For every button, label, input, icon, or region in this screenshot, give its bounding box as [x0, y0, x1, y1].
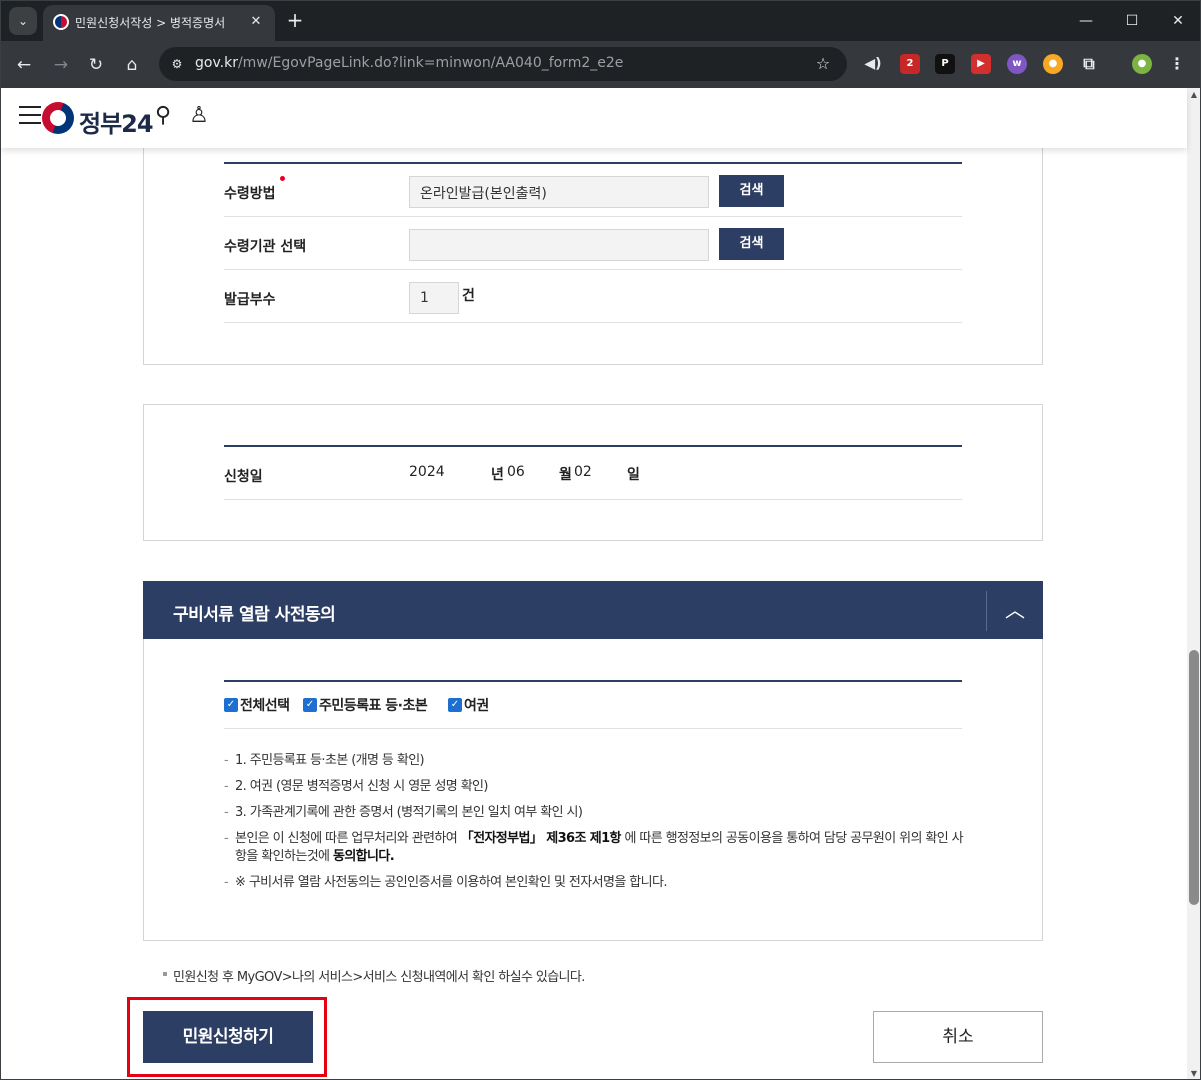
select-all-checkbox[interactable]: ✓ 전체선택 [224, 695, 290, 714]
highlight-annotation [127, 997, 327, 1077]
menu-icon[interactable] [19, 106, 41, 126]
day-unit: 일 [627, 467, 640, 483]
tab-title: 민원신청서작성 > 병적증명서 [75, 16, 226, 30]
extensions-puzzle-icon[interactable]: ⧉ [1079, 54, 1099, 74]
reload-icon[interactable]: ↻ [82, 51, 110, 79]
copies-label: 발급부수 [224, 292, 276, 308]
receipt-method-row: 수령방법 온라인발급(본인출력) 검색 [224, 164, 962, 217]
gov24-logo-icon[interactable] [42, 102, 74, 134]
bookmark-star-icon[interactable]: ☆ [811, 52, 835, 76]
scroll-down-icon[interactable]: ▼ [1187, 1069, 1200, 1078]
checkbox-checked-icon[interactable]: ✓ [224, 698, 238, 712]
receipt-panel: 수령방법 온라인발급(본인출력) 검색 수령기관 선택 검색 발급부수 1 건 [143, 146, 1043, 365]
mygov-footnote: 민원신청 후 MyGOV>나의 서비스>서비스 신청내역에서 확인 하실수 있습… [173, 970, 585, 985]
extension-p-icon[interactable]: P [935, 54, 955, 74]
month-unit: 월 [559, 467, 572, 483]
profile-avatar-icon[interactable]: ● [1132, 54, 1152, 74]
copies-input[interactable]: 1 [409, 282, 459, 314]
extension-badge-icon[interactable]: 2 [900, 54, 920, 74]
receipt-agency-search-button[interactable]: 검색 [719, 228, 784, 260]
resident-register-checkbox[interactable]: ✓ 주민등록표 등·초본 [303, 695, 428, 714]
receipt-agency-row: 수령기관 선택 검색 [224, 217, 962, 270]
consent-title: 구비서류 열람 사전동의 [173, 605, 336, 625]
tab-close-icon[interactable]: ✕ [245, 11, 267, 33]
consent-panel: ✓전체선택 ✓주민등록표 등·초본 ✓여권 1. 주민등록표 등·초본 (개명 … [143, 639, 1043, 941]
browser-window: ⌄ 민원신청서작성 > 병적증명서 ✕ + — ☐ ✕ ← → ↻ ⌂ ⚙ go… [0, 0, 1201, 1080]
consent-note-item: 3. 가족관계기록에 관한 증명서 (병적기록의 본인 일치 여부 확인 시) [224, 804, 964, 822]
site-header: 정부24 ⚲ ♙ [1, 88, 1187, 148]
address-bar[interactable]: ⚙ gov.kr/mw/EgovPageLink.do?link=minwon/… [159, 47, 847, 81]
application-date-label: 신청일 [224, 469, 263, 485]
active-tab[interactable]: 민원신청서작성 > 병적증명서 ✕ [43, 5, 275, 41]
browser-menu-icon[interactable]: ⋮ [1167, 54, 1187, 74]
day-value: 02 [574, 464, 592, 480]
application-date-panel: 신청일 2024 년 06 월 02 일 [143, 404, 1043, 541]
chevron-up-icon[interactable]: ︿ [987, 581, 1043, 640]
consent-checkbox-row: ✓ 전체선택 ✓ 주민등록표 등·초본 ✓ 여권 [224, 681, 962, 729]
consent-note-item: 2. 여권 (영문 병적증명서 신청 시 영문 성명 확인) [224, 778, 964, 796]
receipt-method-label: 수령방법 [224, 186, 276, 202]
gov-favicon-icon [53, 14, 69, 30]
forward-icon[interactable]: → [47, 51, 75, 79]
consent-note-item: 1. 주민등록표 등·초본 (개명 등 확인) [224, 752, 964, 770]
close-window-icon[interactable]: ✕ [1163, 7, 1193, 35]
scroll-up-icon[interactable]: ▲ [1187, 90, 1200, 99]
footnote-bullet [163, 972, 167, 976]
extension-color-icon[interactable]: ● [1043, 54, 1063, 74]
consent-accordion-header[interactable]: 구비서류 열람 사전동의 ︿ [143, 581, 1043, 640]
home-icon[interactable]: ⌂ [118, 51, 146, 79]
extension-play-icon[interactable]: ▶ [971, 54, 991, 74]
copies-row: 발급부수 1 건 [224, 270, 962, 323]
consent-agreement-text: 본인은 이 신청에 따른 업무처리와 관련하여 「전자정부법」 제36조 제1항… [224, 830, 964, 866]
maximize-icon[interactable]: ☐ [1117, 7, 1147, 35]
browser-toolbar: ← → ↻ ⌂ ⚙ gov.kr/mw/EgovPageLink.do?link… [1, 41, 1200, 88]
extension-w-icon[interactable]: w [1007, 54, 1027, 74]
scroll-thumb[interactable] [1189, 650, 1199, 905]
year-value: 2024 [409, 464, 445, 480]
page-content: 수령방법 온라인발급(본인출력) 검색 수령기관 선택 검색 발급부수 1 건 … [1, 146, 1187, 1079]
certificate-note: ※ 구비서류 열람 사전동의는 공인인증서를 이용하여 본인확인 및 전자서명을… [224, 874, 964, 892]
required-dot [280, 176, 285, 181]
back-icon[interactable]: ← [10, 51, 38, 79]
search-icon[interactable]: ⚲ [149, 102, 177, 130]
checkbox-checked-icon[interactable]: ✓ [303, 698, 317, 712]
cancel-button[interactable]: 취소 [873, 1011, 1043, 1063]
checkbox-checked-icon[interactable]: ✓ [448, 698, 462, 712]
tab-search-button[interactable]: ⌄ [9, 7, 37, 35]
url-text: gov.kr/mw/EgovPageLink.do?link=minwon/AA… [195, 55, 624, 71]
consent-notes: 1. 주민등록표 등·초본 (개명 등 확인) 2. 여권 (영문 병적증명서 … [224, 752, 964, 900]
new-tab-button[interactable]: + [281, 7, 309, 35]
receipt-method-field[interactable]: 온라인발급(본인출력) [409, 176, 709, 208]
site-logo-text[interactable]: 정부24 [79, 104, 154, 139]
volume-icon[interactable]: ◀) [863, 54, 883, 74]
copies-unit: 건 [462, 288, 475, 304]
month-value: 06 [507, 464, 525, 480]
application-date-row: 신청일 2024 년 06 월 02 일 [224, 447, 962, 500]
minimize-icon[interactable]: — [1071, 7, 1101, 35]
site-info-icon[interactable]: ⚙ [167, 54, 187, 74]
year-unit: 년 [491, 467, 504, 483]
user-icon[interactable]: ♙ [185, 102, 213, 130]
receipt-method-search-button[interactable]: 검색 [719, 175, 784, 207]
passport-checkbox[interactable]: ✓ 여권 [448, 695, 489, 714]
receipt-agency-label: 수령기관 선택 [224, 239, 307, 255]
page-scrollbar[interactable]: ▲ ▼ [1187, 88, 1200, 1079]
tab-bar: ⌄ 민원신청서작성 > 병적증명서 ✕ + — ☐ ✕ [1, 1, 1200, 41]
receipt-agency-field[interactable] [409, 229, 709, 261]
